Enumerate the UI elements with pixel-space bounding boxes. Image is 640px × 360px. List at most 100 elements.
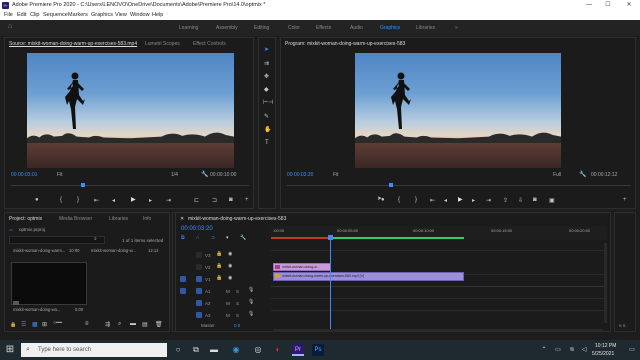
close-button[interactable]: ✕ (622, 1, 636, 10)
slip-tool-icon[interactable]: ⊢⊣ (263, 99, 273, 106)
razor-tool-icon[interactable]: ◆ (264, 86, 269, 93)
go-to-out-icon[interactable]: ⇥ (166, 197, 171, 204)
solo-button[interactable]: S (236, 289, 239, 294)
vertical-scrollbar[interactable] (604, 243, 607, 323)
source-patch-v1[interactable] (180, 276, 186, 282)
export-frame-icon[interactable]: ◙ (229, 197, 233, 203)
source-scrub-bar[interactable] (11, 185, 249, 186)
list-item-name[interactable]: mixkit-woman-doing-w... (91, 248, 136, 253)
source-video-frame[interactable] (27, 53, 234, 168)
track-target-a2[interactable] (196, 300, 202, 306)
wrench-icon[interactable]: 🔧 (579, 171, 586, 178)
track-target-v1[interactable] (196, 276, 202, 282)
add-marker-icon[interactable]: ● (35, 197, 39, 203)
add-button-icon[interactable]: + (245, 197, 249, 203)
wrench-icon[interactable]: 🔧 (201, 171, 208, 178)
source-patch-a1[interactable] (180, 288, 186, 294)
volume-icon[interactable]: ◁ (578, 344, 590, 356)
lock-icon[interactable]: 🔒 (10, 322, 16, 328)
step-back-icon[interactable]: ◂ (444, 197, 447, 204)
ripple-edit-tool-icon[interactable]: ✥ (264, 73, 269, 80)
photoshop-taskbar-icon[interactable]: Ps (312, 344, 324, 356)
insert-icon[interactable]: ⊏ (194, 197, 199, 204)
file-explorer-icon[interactable]: ▬ (208, 344, 220, 356)
tab-effect-controls[interactable]: Effect Controls (193, 41, 226, 47)
track-target-a3[interactable] (196, 312, 202, 318)
menu-graphics[interactable]: Graphics (91, 12, 113, 18)
maximize-button[interactable]: ☐ (601, 1, 615, 10)
track-target-v3[interactable] (196, 252, 202, 258)
workspace-editing[interactable]: Editing (254, 25, 269, 31)
timeline-ruler[interactable]: :00:00 00:00:05:00 00:00:10:00 00:00:15:… (271, 226, 607, 240)
menu-edit[interactable]: Edit (17, 12, 26, 18)
lock-icon[interactable]: 🔒 (216, 275, 222, 281)
overwrite-icon[interactable]: ⊐ (212, 197, 217, 204)
menu-markers[interactable]: Markers (68, 12, 88, 18)
linked-clip[interactable]: mixkit-woman-doing-warm-up-exercises-583… (273, 272, 464, 281)
mark-in-icon[interactable]: { (398, 197, 400, 203)
hand-tool-icon[interactable]: ✋ (264, 126, 271, 133)
mute-button[interactable]: M (226, 289, 230, 294)
program-scrub-bar[interactable] (287, 185, 631, 186)
timeline-playhead-line[interactable] (330, 240, 331, 330)
program-playhead[interactable] (389, 183, 393, 187)
go-to-out-icon[interactable]: ⇥ (486, 197, 491, 204)
step-forward-icon[interactable]: ▸ (149, 197, 152, 204)
mark-out-icon[interactable]: } (77, 197, 79, 203)
step-forward-icon[interactable]: ▸ (472, 197, 475, 204)
tab-libraries[interactable]: Libraries (109, 216, 128, 222)
cortana-icon[interactable]: ○ (172, 344, 184, 356)
menu-file[interactable]: File (4, 12, 13, 18)
tab-info[interactable]: Info (143, 216, 151, 222)
comparison-view-icon[interactable]: ▣ (549, 197, 555, 204)
add-marker-icon[interactable]: ● (381, 197, 385, 203)
go-to-in-icon[interactable]: ⇤ (430, 197, 435, 204)
microphone-icon[interactable]: 🎙 (248, 287, 254, 293)
track-target-v2[interactable] (196, 264, 202, 270)
tab-sequence[interactable]: mixkit-woman-doing-warm-up-exercises-583 (188, 216, 286, 222)
new-item-icon[interactable]: ▤ (142, 321, 148, 328)
master-volume[interactable]: 0.0 (234, 323, 240, 328)
lift-icon[interactable]: ⇪ (503, 197, 508, 204)
battery-icon[interactable]: ▭ (552, 344, 564, 356)
eye-icon[interactable]: ◉ (228, 263, 232, 269)
track-target-a1[interactable] (196, 288, 202, 294)
task-view-icon[interactable]: ⧉ (190, 344, 202, 356)
tab-lumetri-scopes[interactable]: Lumetri Scopes (145, 41, 180, 47)
video-clip[interactable]: mixkit-woman-doing-w... (273, 263, 331, 271)
pen-tool-icon[interactable]: ✎ (264, 113, 269, 120)
menu-window[interactable]: Window (130, 12, 150, 18)
menu-view[interactable]: View (115, 12, 127, 18)
taskbar-search-input[interactable]: ⌕ Type here to search (21, 343, 167, 357)
search-icon[interactable]: ⌕ (94, 236, 97, 242)
presentation-icon[interactable]: ◐ (272, 344, 284, 356)
nest-icon[interactable]: ⧉ (181, 235, 185, 241)
track-select-tool-icon[interactable]: ⇉ (264, 60, 269, 67)
workspace-learning[interactable]: Learning (179, 25, 198, 31)
workspace-libraries[interactable]: Libraries (416, 25, 435, 31)
type-tool-icon[interactable]: T (265, 140, 269, 146)
tab-media-browser[interactable]: Media Browser (59, 216, 92, 222)
eye-icon[interactable]: ◉ (228, 251, 232, 257)
solo-button[interactable]: S (236, 301, 239, 306)
extract-icon[interactable]: ⇩ (518, 197, 523, 204)
mark-out-icon[interactable]: } (415, 197, 417, 203)
freeform-view-icon[interactable]: ⊞ (42, 321, 47, 328)
menu-help[interactable]: Help (152, 12, 163, 18)
mark-in-icon[interactable]: { (60, 197, 62, 203)
minimize-button[interactable]: — (582, 1, 596, 10)
menu-sequence[interactable]: Sequence (43, 12, 68, 18)
meter-solo-label[interactable]: S S (619, 323, 625, 328)
mute-button[interactable]: M (226, 313, 230, 318)
list-view-icon[interactable]: ☰ (21, 321, 26, 328)
clock-date[interactable]: 5/25/2021 (592, 351, 614, 357)
tray-chevron-icon[interactable]: ⌃ (538, 344, 550, 356)
microphone-icon[interactable]: 🎙 (248, 311, 254, 317)
notifications-icon[interactable]: ▭ (626, 344, 638, 356)
workspace-effects[interactable]: Effects (316, 25, 331, 31)
close-sequence-icon[interactable]: ✕ (180, 216, 184, 222)
menu-clip[interactable]: Clip (30, 12, 39, 18)
automate-icon[interactable]: ⇶ (105, 321, 110, 328)
tab-program[interactable]: Program: mixkit-woman-doing-warm-up-exer… (285, 41, 405, 47)
linked-selection-icon[interactable]: ⊃ (211, 235, 215, 241)
